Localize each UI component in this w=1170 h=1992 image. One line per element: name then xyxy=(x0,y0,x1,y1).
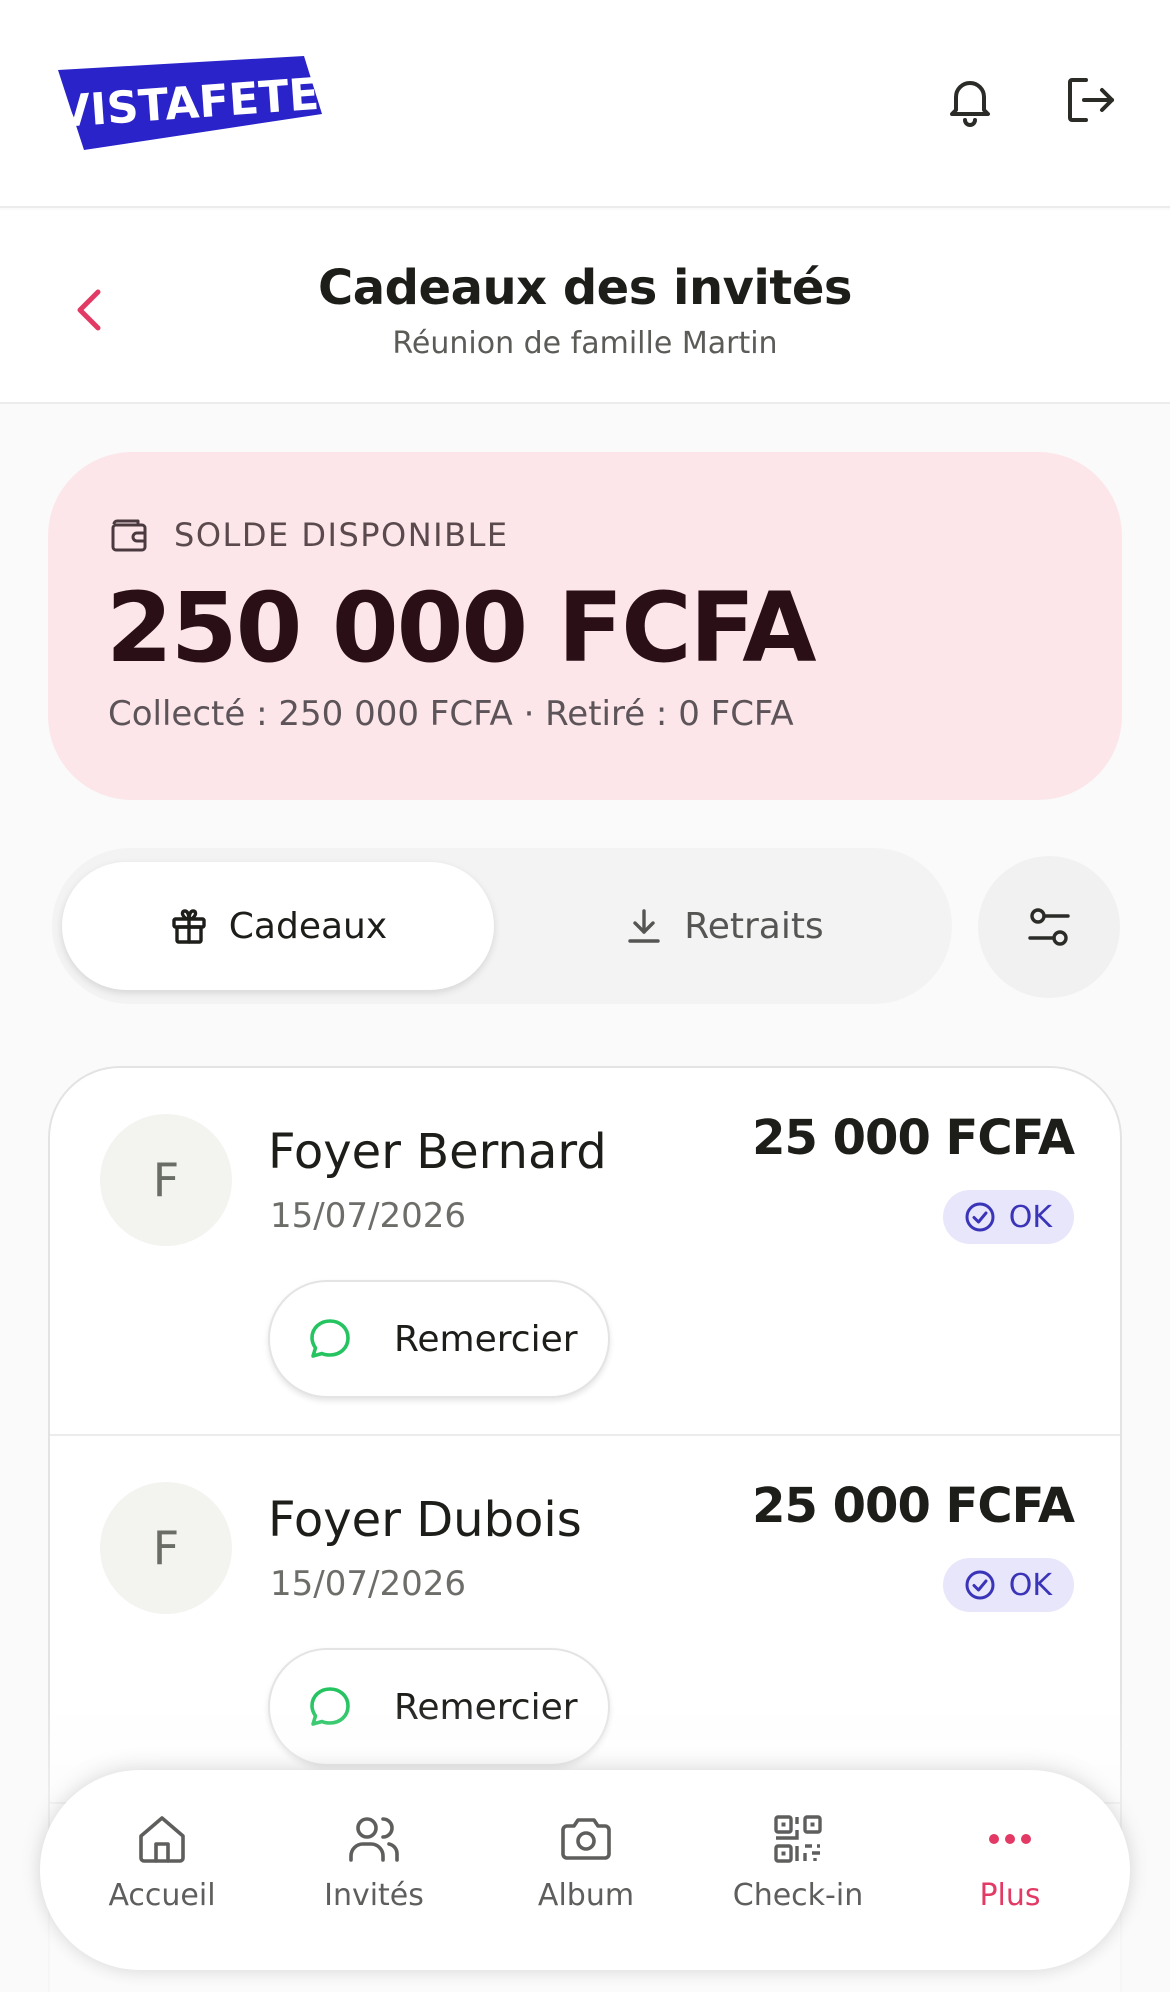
avatar: F xyxy=(100,1482,232,1614)
nav-label: Plus xyxy=(979,1878,1041,1913)
check-circle-icon xyxy=(965,1570,995,1600)
balance-amount: 250 000 FCFA xyxy=(106,572,817,684)
home-icon xyxy=(139,1816,185,1863)
status-badge: OK xyxy=(942,1190,1074,1244)
app-bar: VISTAFETE xyxy=(0,0,1170,208)
bell-icon[interactable] xyxy=(940,70,1000,130)
avatar: F xyxy=(100,1114,232,1246)
tab-switcher: Cadeaux Retraits xyxy=(52,848,952,1004)
camera-icon xyxy=(561,1818,611,1860)
nav-label: Album xyxy=(537,1878,635,1913)
download-icon xyxy=(628,909,660,943)
nav-plus[interactable]: Plus xyxy=(910,1810,1110,1934)
filter-button[interactable] xyxy=(978,856,1120,998)
gifts-screen: VISTAFETE Cadeaux des invités Réunion de… xyxy=(0,0,1170,1992)
status-text: OK xyxy=(1008,1567,1052,1603)
tab-cadeaux[interactable]: Cadeaux xyxy=(62,862,494,990)
nav-label: Accueil xyxy=(108,1878,216,1913)
gift-icon xyxy=(172,909,206,944)
gift-amount: 25 000 FCFA xyxy=(752,1478,1075,1534)
tab-label: Cadeaux xyxy=(228,905,388,947)
thank-button[interactable]: Remercier xyxy=(268,1280,610,1398)
thank-button[interactable]: Remercier xyxy=(268,1648,610,1766)
status-text: OK xyxy=(1008,1199,1052,1235)
balance-card: SOLDE DISPONIBLE 250 000 FCFA Collecté :… xyxy=(48,452,1122,800)
wallet-icon xyxy=(108,514,150,556)
nav-check-in[interactable]: Check-in xyxy=(698,1810,898,1934)
more-dots-icon xyxy=(989,1834,1031,1844)
check-circle-icon xyxy=(965,1202,995,1232)
gift-row: F Foyer Bernard 15/07/2026 25 000 FCFA O… xyxy=(50,1068,1120,1436)
status-badge: OK xyxy=(942,1558,1074,1612)
nav-label: Invités xyxy=(324,1878,424,1913)
message-circle-icon xyxy=(310,1687,350,1726)
page-title: Cadeaux des invités xyxy=(318,260,852,316)
nav-accueil[interactable]: Accueil xyxy=(62,1810,262,1934)
balance-summary: Collecté : 250 000 FCFA · Retiré : 0 FCF… xyxy=(108,694,794,734)
gift-amount: 25 000 FCFA xyxy=(752,1110,1075,1166)
gift-date: 15/07/2026 xyxy=(270,1564,466,1604)
page-header: Cadeaux des invités Réunion de famille M… xyxy=(0,210,1170,404)
guest-name: Foyer Dubois xyxy=(268,1492,582,1548)
gift-date: 15/07/2026 xyxy=(270,1196,466,1236)
thank-label: Remercier xyxy=(394,1686,578,1728)
vistafete-logo[interactable]: VISTAFETE xyxy=(54,52,324,154)
nav-invites[interactable]: Invités xyxy=(274,1810,474,1934)
balance-label: SOLDE DISPONIBLE xyxy=(174,516,509,554)
thank-label: Remercier xyxy=(394,1318,578,1360)
guest-name: Foyer Bernard xyxy=(268,1124,607,1180)
qr-code-icon xyxy=(774,1815,822,1863)
tab-retraits[interactable]: Retraits xyxy=(508,862,940,990)
gift-row: F Foyer Dubois 15/07/2026 25 000 FCFA OK… xyxy=(50,1436,1120,1804)
tab-label: Retraits xyxy=(684,905,824,947)
nav-album[interactable]: Album xyxy=(486,1810,686,1934)
message-circle-icon xyxy=(310,1319,350,1358)
logout-icon[interactable] xyxy=(1060,70,1120,130)
nav-label: Check-in xyxy=(732,1878,864,1913)
event-name: Réunion de famille Martin xyxy=(392,326,778,361)
bottom-navigation: Accueil Invités Album Check-in Plus xyxy=(40,1770,1130,1970)
sliders-icon xyxy=(1028,908,1070,946)
users-icon xyxy=(349,1817,399,1862)
